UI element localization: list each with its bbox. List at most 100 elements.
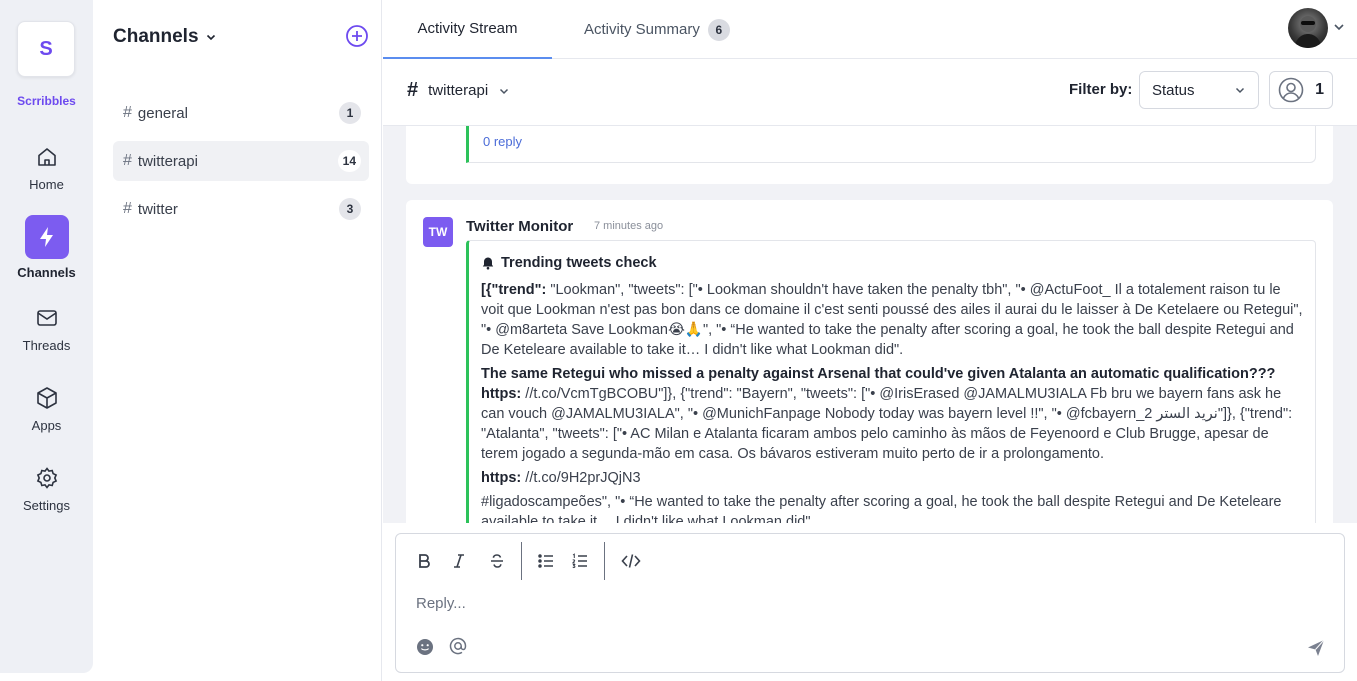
tab-badge: 6 (707, 18, 730, 41)
current-channel-name: twitterapi (428, 82, 489, 99)
reply-composer (395, 533, 1345, 673)
message-card-previous: 0 reply (406, 126, 1333, 184)
status-filter-select[interactable]: Status (1139, 71, 1259, 109)
message-paragraph: [{"trend": "Lookman", "tweets": ["• Look… (481, 280, 1303, 360)
message-text: #ligadoscampeões", "• “He wanted to take… (481, 494, 1282, 523)
sender-avatar: TW (423, 217, 453, 247)
channels-title: Channels (113, 26, 199, 47)
bell-icon (482, 257, 494, 270)
send-icon[interactable] (1306, 638, 1326, 658)
message-body: Trending tweets check [{"trend": "Lookma… (466, 240, 1316, 523)
rail-home[interactable]: Home (0, 145, 93, 192)
channel-name: twitter (137, 200, 178, 218)
message-bold-text: [{"trend": (481, 282, 547, 298)
message-title-row: Trending tweets check (481, 255, 1303, 271)
gear-icon (36, 467, 57, 489)
bullet-list-button[interactable] (533, 548, 559, 574)
workspace-logo-letter: S (39, 37, 53, 60)
rail-channels-label: Channels (17, 265, 76, 280)
user-circle-icon (1278, 77, 1304, 103)
tab-label: Activity Summary (584, 21, 700, 38)
rail-channels[interactable]: Channels (0, 215, 93, 280)
reply-input[interactable] (416, 590, 1296, 616)
rail-settings-label: Settings (23, 498, 70, 513)
code-button[interactable] (618, 548, 644, 574)
channel-count: 1 (339, 102, 361, 124)
rail-apps-label: Apps (31, 418, 62, 433)
emoji-icon[interactable] (416, 638, 434, 656)
mention-icon[interactable] (448, 636, 468, 656)
channel-selector[interactable]: # twitterapi (407, 79, 510, 102)
message-text: //t.co/VcmTgBCOBU"]}, {"trend": "Bayern"… (481, 386, 1293, 462)
tab-label: Activity Stream (417, 20, 518, 37)
avatar-image (1294, 16, 1322, 48)
rail-threads-label: Threads (22, 338, 71, 353)
chevron-down-icon (1235, 87, 1245, 94)
strikethrough-icon (491, 554, 503, 568)
status-filter-value: Status (1152, 81, 1195, 99)
strikethrough-button[interactable] (484, 548, 510, 574)
user-filter-count: 1 (1315, 81, 1324, 98)
activity-stream[interactable]: 0 reply TW Twitter Monitor 7 minutes ago… (383, 126, 1357, 523)
bold-icon (419, 554, 430, 568)
hash-icon: # (123, 152, 132, 169)
home-icon (37, 148, 56, 166)
chevron-down-icon (206, 34, 215, 41)
message-paragraph: https: //t.co/9H2prJQjN3 (481, 468, 1303, 488)
numbered-list-button[interactable] (567, 548, 593, 574)
sender-name[interactable]: Twitter Monitor (466, 218, 573, 235)
rail-apps[interactable]: Apps (0, 386, 93, 433)
bullet-list-icon (538, 554, 553, 568)
tab-activity-stream[interactable]: Activity Stream (383, 0, 552, 59)
hash-icon: # (123, 104, 132, 121)
numbered-list-icon (572, 553, 587, 569)
message-paragraph: The same Retegui who missed a penalty ag… (481, 364, 1303, 464)
message-paragraph: #ligadoscampeões", "• “He wanted to take… (481, 492, 1303, 523)
mail-icon (36, 310, 57, 326)
channel-name: twitterapi (137, 152, 198, 170)
channel-count: 3 (339, 198, 361, 220)
workspace-name: Scrribbles (17, 94, 76, 108)
rail-threads[interactable]: Threads (0, 306, 93, 353)
chevron-down-icon (500, 88, 509, 94)
app-rail: S Scrribbles Home Channels Threads Apps … (0, 0, 93, 673)
italic-icon (454, 554, 464, 568)
toolbar-divider (604, 542, 605, 580)
message-title: Trending tweets check (501, 255, 657, 271)
lightning-icon (39, 227, 53, 247)
message-text: "Lookman", "tweets": ["• Lookman shouldn… (481, 282, 1303, 358)
channel-toolbar: # twitterapi Filter by: Status 1 (383, 59, 1357, 126)
message-bold-text: https: (481, 470, 522, 486)
rail-settings[interactable]: Settings (0, 466, 93, 513)
message-text: //t.co/9H2prJQjN3 (521, 470, 641, 486)
channel-count: 14 (337, 150, 361, 172)
workspace-logo[interactable]: S (17, 21, 75, 77)
toolbar-divider (521, 542, 522, 580)
channel-item-general[interactable]: # general 1 (113, 93, 369, 133)
filter-label: Filter by: (1069, 81, 1133, 98)
channel-item-twitterapi[interactable]: # twitterapi 14 (113, 141, 369, 181)
channel-name: general (137, 104, 188, 122)
cube-icon (36, 387, 57, 409)
thread-box: 0 reply (466, 126, 1316, 163)
add-channel-icon[interactable] (345, 24, 369, 48)
tab-bar: Activity Stream Activity Summary 6 (383, 0, 1357, 59)
main-area: Activity Stream Activity Summary 6 # twi… (383, 0, 1357, 681)
bold-button[interactable] (411, 548, 437, 574)
tab-activity-summary[interactable]: Activity Summary 6 (584, 0, 730, 59)
channels-icon-wrap (24, 215, 69, 259)
rail-home-label: Home (29, 177, 64, 192)
user-filter-button[interactable]: 1 (1269, 71, 1333, 109)
channels-header[interactable]: Channels (113, 26, 217, 48)
channels-panel: Channels # general 1 # twitterapi 14 # t… (93, 0, 382, 681)
channel-item-twitter[interactable]: # twitter 3 (113, 189, 369, 229)
message-timestamp: 7 minutes ago (594, 220, 664, 232)
hash-icon: # (123, 200, 132, 217)
hash-icon: # (407, 79, 419, 101)
code-icon (621, 554, 641, 568)
avatar[interactable] (1288, 8, 1328, 48)
chevron-down-icon[interactable] (1332, 20, 1346, 34)
message-card: TW Twitter Monitor 7 minutes ago Trendin… (406, 200, 1333, 523)
reply-count-link[interactable]: 0 reply (483, 134, 522, 149)
italic-button[interactable] (446, 548, 472, 574)
